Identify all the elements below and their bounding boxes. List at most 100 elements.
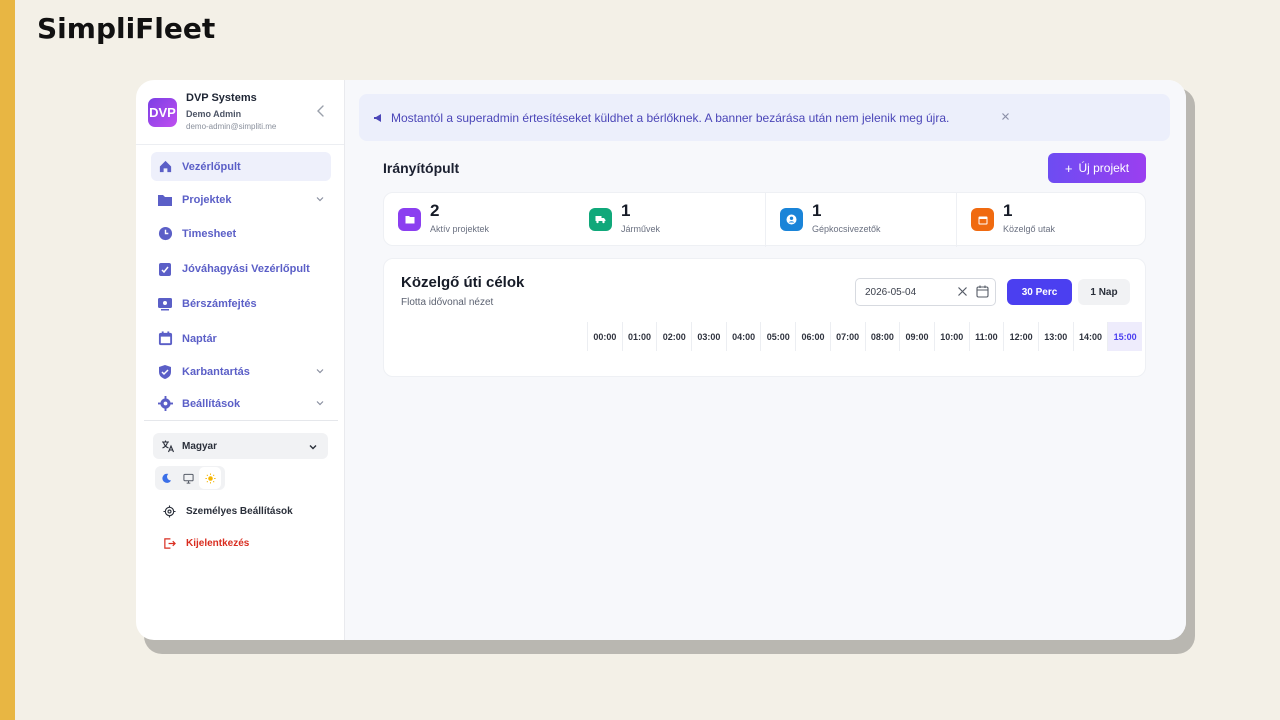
theme-dark-button[interactable] xyxy=(155,467,177,489)
stat-label: Járművek xyxy=(621,224,661,234)
theme-system-button[interactable] xyxy=(177,467,199,489)
hour-cell: 14:00 xyxy=(1072,322,1108,351)
timeline-subtitle: Flotta idővonal nézet xyxy=(401,297,494,308)
gear-outline-icon xyxy=(163,504,177,518)
clock-icon xyxy=(157,226,173,242)
theme-light-button[interactable] xyxy=(199,467,221,489)
sidebar-item-karbantartas[interactable]: Karbantartás xyxy=(151,357,331,386)
interval-30min-button[interactable]: 30 Perc xyxy=(1007,279,1072,305)
sidebar-divider xyxy=(144,420,338,421)
truck-icon xyxy=(589,208,612,231)
sidebar-item-label: Karbantartás xyxy=(182,365,250,378)
stat-drivers[interactable]: 1 Gépkocsivezetők xyxy=(766,193,956,247)
theme-switcher xyxy=(155,466,225,490)
stat-value: 1 xyxy=(621,201,631,220)
folder-icon xyxy=(398,208,421,231)
sidebar-item-label: Naptár xyxy=(182,332,217,345)
chevron-down-icon xyxy=(309,445,317,450)
stat-upcoming-trips[interactable]: 1 Közelgő utak xyxy=(957,193,1147,247)
moon-icon xyxy=(161,473,171,483)
sidebar-item-naptar[interactable]: Naptár xyxy=(151,324,331,353)
stat-value: 1 xyxy=(812,201,822,220)
hour-cell: 10:00 xyxy=(933,322,969,351)
chevron-down-icon xyxy=(316,197,324,202)
personal-settings-label: Személyes Beállítások xyxy=(186,505,293,517)
sidebar-item-label: Vezérlőpult xyxy=(182,160,241,173)
sidebar-item-timesheet[interactable]: Timesheet xyxy=(151,219,331,248)
hour-cell: 02:00 xyxy=(656,322,691,351)
sidebar-item-beallitasok[interactable]: Beállítások xyxy=(151,389,331,418)
sidebar-item-label: Bérszámfejtés xyxy=(182,297,257,310)
hour-cell: 04:00 xyxy=(725,322,761,351)
calendar-icon xyxy=(976,285,989,298)
hour-cell: 07:00 xyxy=(829,322,865,351)
stat-value: 2 xyxy=(430,201,440,220)
stat-value: 1 xyxy=(1003,201,1013,220)
chevron-down-icon xyxy=(316,369,324,374)
calendar-icon xyxy=(157,331,173,347)
monitor-icon xyxy=(182,473,194,484)
banner-close-button[interactable] xyxy=(1001,110,1010,124)
chevron-down-icon xyxy=(316,401,324,406)
hour-cell: 00:00 xyxy=(587,322,622,351)
close-icon xyxy=(958,287,967,296)
language-select[interactable]: Magyar xyxy=(153,433,328,459)
plus-icon: + xyxy=(1064,160,1073,176)
page-title: Irányítópult xyxy=(383,160,460,176)
user-name: Demo Admin xyxy=(186,109,242,119)
logout-label: Kijelentkezés xyxy=(186,537,250,549)
main-content: Mostantól a superadmin értesítéseket kül… xyxy=(345,80,1186,640)
banner-text: Mostantól a superadmin értesítéseket kül… xyxy=(391,110,950,125)
timeline-title: Közelgő úti célok xyxy=(401,274,525,291)
date-picker-button[interactable] xyxy=(976,285,989,301)
hour-cell: 06:00 xyxy=(795,322,830,351)
close-icon xyxy=(1002,113,1009,120)
stat-label: Közelgő utak xyxy=(1003,224,1056,234)
stat-active-projects[interactable]: 2 Aktív projektek xyxy=(384,193,574,247)
date-input[interactable]: 2026-05-04 xyxy=(855,278,996,306)
timeline-hours: 00:00 01:00 02:00 03:00 04:00 05:00 06:0… xyxy=(587,322,1142,351)
payroll-icon xyxy=(157,296,173,312)
stat-label: Gépkocsivezetők xyxy=(812,224,881,234)
user-circle-icon xyxy=(780,208,803,231)
stat-label: Aktív projektek xyxy=(430,224,490,234)
hour-cell-current: 15:00 xyxy=(1107,322,1142,351)
sidebar-item-label: Beállítások xyxy=(182,397,241,410)
sidebar: DVP DVP Systems Demo Admin demo-admin@si… xyxy=(136,80,345,640)
sidebar-brand: DVP DVP Systems Demo Admin demo-admin@si… xyxy=(136,80,344,145)
calendar-icon xyxy=(971,208,994,231)
hour-cell: 11:00 xyxy=(968,322,1004,351)
hour-cell: 08:00 xyxy=(864,322,900,351)
clear-date-button[interactable] xyxy=(957,286,968,300)
sidebar-item-label: Timesheet xyxy=(182,227,237,240)
shield-check-icon xyxy=(157,364,173,380)
sidebar-collapse-button[interactable] xyxy=(314,104,328,118)
megaphone-icon xyxy=(373,113,383,123)
personal-settings-link[interactable]: Személyes Beállítások xyxy=(163,503,293,519)
new-project-label: Új projekt xyxy=(1078,161,1130,175)
left-accent-stripe xyxy=(0,0,15,720)
timeline-card: Közelgő úti célok Flotta idővonal nézet … xyxy=(383,258,1146,377)
sidebar-item-berszamfejtes[interactable]: Bérszámfejtés xyxy=(151,289,331,318)
sun-icon xyxy=(204,472,216,484)
stats-card: 2 Aktív projektek 1 Járművek 1 Gépkocsiv… xyxy=(383,192,1147,247)
hour-cell: 03:00 xyxy=(691,322,726,351)
home-icon xyxy=(157,159,173,175)
folder-icon xyxy=(157,192,173,208)
sidebar-item-vezerlopult[interactable]: Vezérlőpult xyxy=(151,152,331,181)
sidebar-item-jovahagyasi-vezerlopult[interactable]: Jóváhagyási Vezérlőpult xyxy=(151,254,331,283)
hour-cell: 12:00 xyxy=(1003,322,1038,351)
chevron-left-icon xyxy=(317,105,324,117)
hour-cell: 09:00 xyxy=(899,322,934,351)
stat-vehicles[interactable]: 1 Járművek xyxy=(575,193,765,247)
hour-cell: 05:00 xyxy=(760,322,795,351)
interval-1day-button[interactable]: 1 Nap xyxy=(1078,279,1130,305)
language-select-value: Magyar xyxy=(182,440,218,452)
gear-icon xyxy=(157,396,173,412)
translate-icon xyxy=(162,440,175,453)
sidebar-item-projektek[interactable]: Projektek xyxy=(151,185,331,214)
org-logo: DVP xyxy=(148,98,177,127)
user-email: demo-admin@simpliti.me xyxy=(186,122,277,131)
new-project-button[interactable]: + Új projekt xyxy=(1048,153,1146,183)
logout-link[interactable]: Kijelentkezés xyxy=(163,535,249,551)
